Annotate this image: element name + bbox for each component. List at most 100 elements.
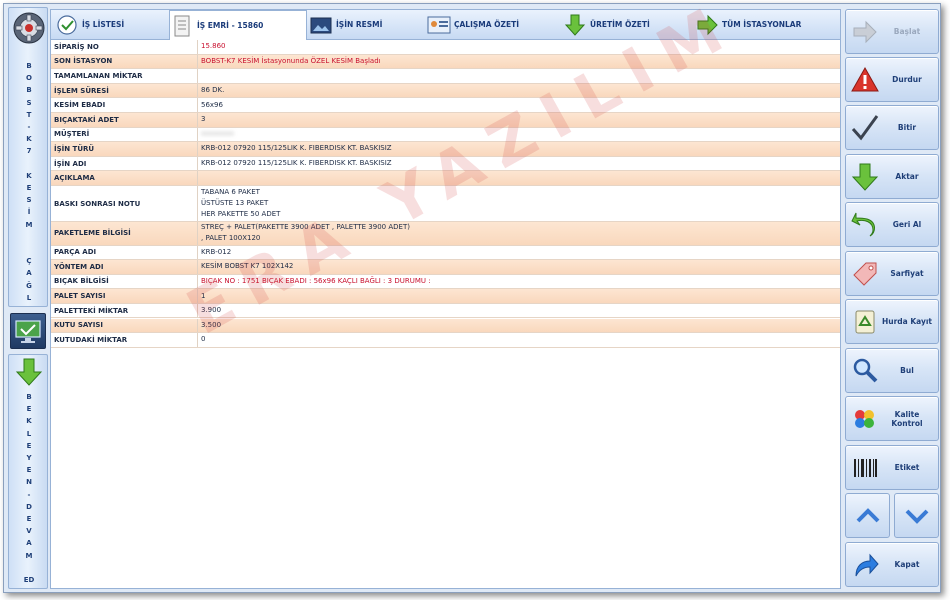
column-divider (197, 142, 198, 156)
column-divider (197, 333, 198, 347)
etiket-button[interactable]: Etiket (845, 445, 939, 490)
row-label: PALET SAYISI (54, 292, 106, 301)
row-label: TAMAMLANAN MİKTAR (54, 71, 143, 80)
hurda-kayit-button[interactable]: Hurda Kayıt (845, 299, 939, 344)
tab-calisma-ozeti[interactable]: ÇALIŞMA ÖZETİ (427, 10, 563, 39)
button-label: Aktar (895, 172, 919, 181)
row-value: KESİM BOBST K7 102X142 (201, 260, 293, 274)
table-row[interactable]: BIÇAKTAKİ ADET 3 (51, 113, 840, 128)
right-arrow-icon (697, 14, 718, 35)
table-row[interactable]: KUTUDAKİ MİKTAR 0 (51, 333, 840, 348)
kapat-button[interactable]: Kapat (845, 542, 939, 587)
durdur-button[interactable]: Durdur (845, 57, 939, 102)
row-label: YÖNTEM ADI (54, 262, 104, 271)
tab-is-listesi[interactable]: İŞ LİSTESİ (55, 10, 165, 39)
value-line: BIÇAK NO : 1751 BIÇAK EBADI : 56x96 KAÇL… (201, 276, 431, 285)
monitor-button[interactable] (10, 313, 46, 349)
table-row[interactable]: TAMAMLANAN MİKTAR (51, 69, 840, 84)
color-dots-icon (855, 409, 874, 428)
undo-icon (851, 212, 875, 236)
button-label: Etiket (894, 463, 920, 472)
station-panel[interactable]: B O B S T - K 7 K E S İ M Ç A Ğ L (8, 7, 48, 307)
column-divider (197, 54, 198, 69)
down-arrow-icon (851, 163, 879, 191)
button-label: Bul (900, 366, 914, 375)
table-row[interactable]: PARÇA ADI KRB-012 (51, 245, 840, 261)
table-row[interactable]: MÜŞTERİ •••••••• (51, 127, 840, 143)
table-row[interactable]: BASKI SONRASI NOTU TABANA 6 PAKET ÜSTÜSTE … (51, 186, 840, 222)
table-row[interactable]: SİPARİŞ NO 15.860 (51, 40, 840, 55)
column-divider (197, 318, 198, 333)
column-divider (197, 186, 198, 221)
value-line: HER PAKETTE 50 ADET (201, 210, 281, 218)
column-divider (197, 245, 198, 260)
column-divider (197, 260, 198, 274)
bitir-button[interactable]: Bitir (845, 105, 939, 150)
tab-label: ÜRETİM ÖZETİ (590, 20, 650, 29)
value-line: KESİM BOBST K7 102X142 (201, 262, 294, 271)
table-row[interactable]: BIÇAK BİLGİSİ BIÇAK NO : 1751 BIÇAK EBADI… (51, 274, 840, 290)
row-label: KUTU SAYISI (54, 321, 103, 330)
column-divider (197, 171, 198, 185)
aktar-button[interactable]: Aktar (845, 154, 939, 199)
chevron-up-icon (856, 507, 879, 522)
right-arrow-icon (853, 20, 877, 43)
kalite-kontrol-button[interactable]: Kalite Kontrol (845, 396, 939, 441)
row-value: 1 (201, 289, 205, 303)
column-divider (197, 303, 198, 318)
value-line: 3 (201, 115, 206, 124)
value-line: ÜSTÜSTE 13 PAKET (201, 199, 269, 207)
table-row[interactable]: İŞİN TÜRÜ KRB-012 07920 115/125LIK K. FIB… (51, 142, 840, 157)
scroll-down-button[interactable] (894, 493, 939, 538)
button-label: Hurda Kayıt (881, 317, 933, 326)
value-line: 15.860 (201, 42, 226, 51)
table-row[interactable]: SON İSTASYON BOBST-K7 KESİM İstasyonunda … (51, 54, 840, 70)
value-line: 86 DK. (201, 86, 225, 95)
tab-label: ÇALIŞMA ÖZETİ (454, 20, 520, 29)
value-line: , PALET 100X120 (201, 234, 261, 243)
value-line: 0 (201, 335, 206, 344)
tab-label: İŞİN RESMİ (336, 20, 383, 29)
value-line: TABANA 6 PAKET (201, 188, 260, 196)
bul-button[interactable]: Bul (845, 348, 939, 393)
value-line: 3.900 (201, 306, 222, 315)
geri-al-button[interactable]: Geri Al (845, 202, 939, 247)
waiting-panel[interactable]: B E K L E Y E N - D E V A M ED (8, 354, 48, 589)
button-label: Bitir (897, 123, 917, 132)
table-row[interactable]: PALETTEKİ MİKTAR 3.900 (51, 303, 840, 319)
row-value: 0 (201, 333, 205, 347)
table-row[interactable]: YÖNTEM ADI KESİM BOBST K7 102X142 (51, 260, 840, 275)
sarfiyat-button[interactable]: Sarfiyat (845, 251, 939, 296)
tab-label: TÜM İSTASYONLAR (722, 20, 802, 29)
down-arrow-icon (564, 14, 586, 36)
row-label: PARÇA ADI (54, 248, 97, 257)
table-row[interactable]: PAKETLEME BİLGİSİ STREÇ + PALET(PAKETTE 3… (51, 222, 840, 246)
row-label: KUTUDAKİ MİKTAR (54, 335, 128, 344)
row-label: MÜŞTERİ (54, 130, 90, 139)
table-row[interactable]: AÇIKLAMA (51, 171, 840, 186)
button-label: Başlat (893, 27, 921, 36)
exit-arrow-icon (855, 553, 879, 576)
chevron-down-icon (905, 509, 928, 524)
baslat-button[interactable]: Başlat (845, 9, 939, 54)
row-value: STREÇ + PALET(PAKETTE 3900 ADET , PALETT… (201, 222, 410, 245)
table-row[interactable]: PALET SAYISI 1 (51, 289, 840, 304)
column-divider (197, 98, 198, 112)
row-value: KRB-012 07920 115/125LIK K. FIBERDISK KT… (201, 142, 392, 156)
tab-isin-resmi[interactable]: İŞİN RESMİ (309, 10, 427, 39)
tab-label: İŞ EMRİ - 15860 (197, 21, 264, 30)
table-row[interactable]: KESİM EBADI 56x96 (51, 98, 840, 113)
tab-is-emri[interactable]: İŞ EMRİ - 15860 (169, 10, 307, 40)
document-icon (174, 15, 190, 36)
value-line: STREÇ + PALET(PAKETTE 3900 ADET , PALETT… (201, 223, 410, 232)
barcode-icon (854, 458, 877, 477)
tab-uretim-ozeti[interactable]: ÜRETİM ÖZETİ (563, 10, 691, 39)
column-divider (197, 289, 198, 303)
table-row[interactable]: KUTU SAYISI 3.500 (51, 318, 840, 334)
table-row[interactable]: İŞİN ADI KRB-012 07920 115/125LIK K. FIBE… (51, 156, 840, 172)
tab-tum-istasyonlar[interactable]: TÜM İSTASYONLAR (695, 10, 835, 39)
gear-icon[interactable] (12, 11, 46, 45)
table-row[interactable]: İŞLEM SÜRESİ 86 DK. (51, 83, 840, 99)
row-value: KRB-012 (201, 246, 231, 260)
scroll-up-button[interactable] (845, 493, 890, 538)
